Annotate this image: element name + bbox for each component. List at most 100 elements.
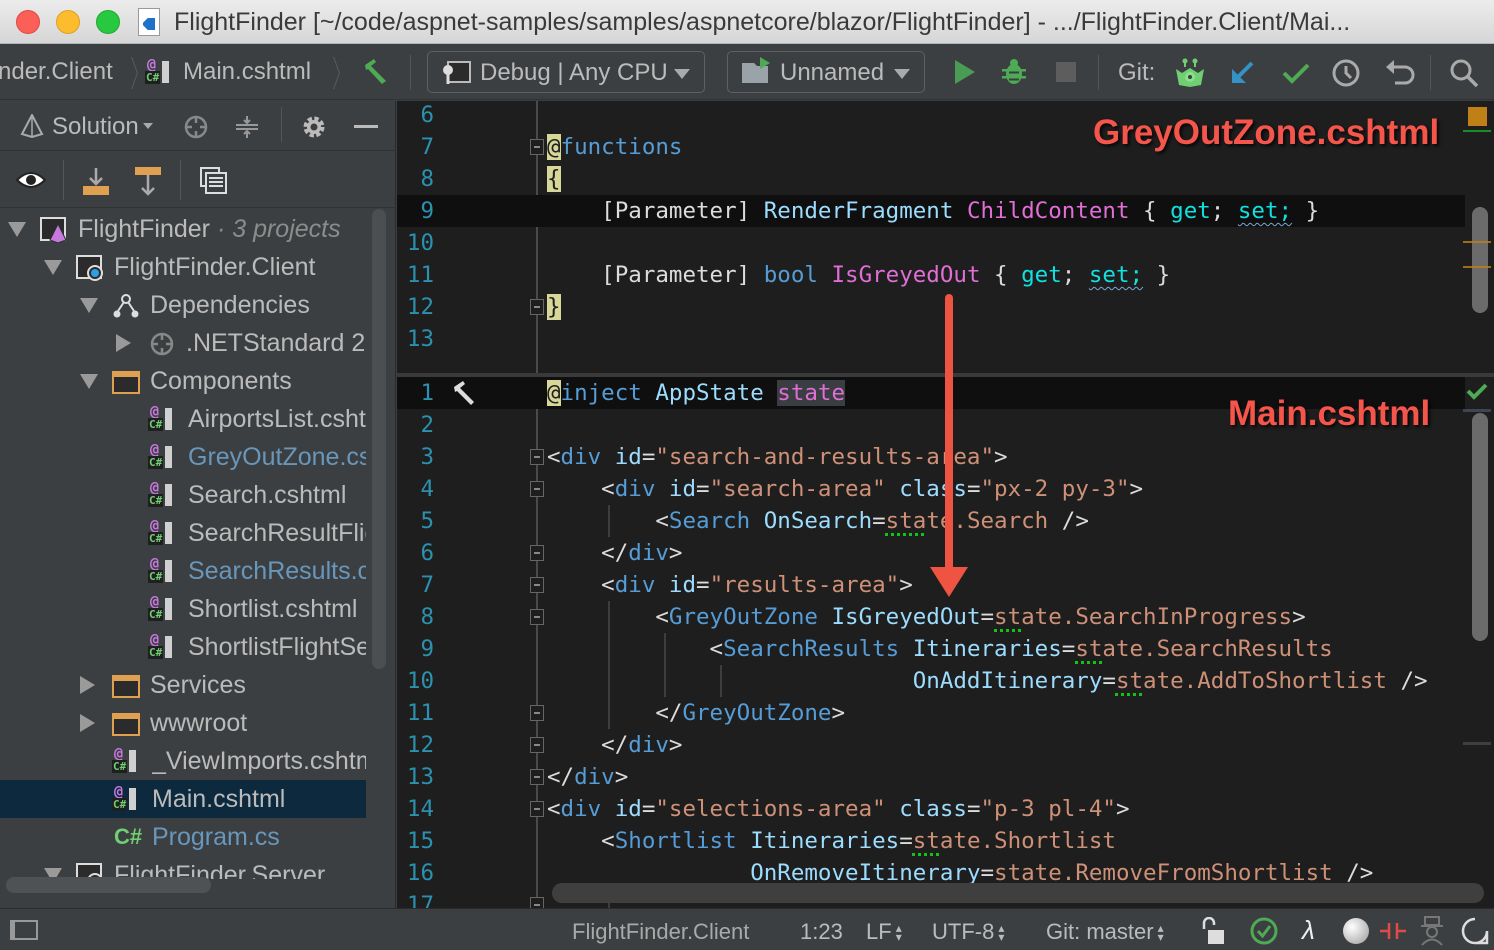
tree-item[interactable]: @C# GreyOutZone.cshtml <box>0 438 366 476</box>
tree-item[interactable]: Dependencies <box>0 286 366 324</box>
tree-item[interactable]: @ C# Shortlist.cshtml <box>0 590 366 628</box>
fold-toggle-icon[interactable] <box>530 737 544 753</box>
build-hammer-icon[interactable] <box>362 57 392 87</box>
run-config-dropdown[interactable]: Unnamed <box>727 51 925 93</box>
breakpoint-icon[interactable] <box>1379 919 1407 943</box>
status-project[interactable]: FlightFinder.Client <box>572 919 749 945</box>
expand-to-file-icon[interactable] <box>81 166 111 196</box>
fold-toggle-icon[interactable] <box>530 481 544 497</box>
fold-toggle-icon[interactable] <box>530 609 544 625</box>
solution-view-dropdown[interactable]: Solution <box>52 113 139 141</box>
code-line[interactable]: 11 </GreyOutZone> <box>397 697 1465 729</box>
warning-marker-icon[interactable] <box>1468 107 1487 126</box>
expanded-arrow-icon[interactable] <box>8 222 26 237</box>
status-encoding[interactable]: UTF-8 ▴ ▾ <box>932 919 1004 945</box>
code-line[interactable]: 9 [Parameter] RenderFragment ChildConten… <box>397 195 1465 227</box>
fold-toggle-icon[interactable] <box>530 139 544 155</box>
toggle-tool-windows-icon[interactable] <box>10 920 38 940</box>
collapsed-arrow-icon[interactable] <box>116 334 131 352</box>
bottom-pane-scrollbar[interactable] <box>1472 413 1488 641</box>
code-line[interactable]: 10 <box>397 227 1465 259</box>
tree-horizontal-scrollbar[interactable] <box>6 877 211 893</box>
top-pane-scrollbar[interactable] <box>1472 207 1488 313</box>
tree-item[interactable]: FlightFinder.Server <box>0 856 366 879</box>
tree-item[interactable]: FlightFinder.Client <box>0 248 366 286</box>
build-config-dropdown[interactable]: Debug | Any CPU <box>427 51 705 93</box>
eye-icon[interactable] <box>16 170 46 190</box>
stop-icon[interactable] <box>1056 62 1076 82</box>
tree-item[interactable]: .NETStandard 2 <box>0 324 366 362</box>
minimize-window-button[interactable] <box>56 10 80 34</box>
collapsed-arrow-icon[interactable] <box>80 676 95 694</box>
expanded-arrow-icon[interactable] <box>80 298 98 313</box>
close-window-button[interactable] <box>16 10 40 34</box>
tree-item[interactable]: Services <box>0 666 366 704</box>
fold-toggle-icon[interactable] <box>530 545 544 561</box>
warning-stripe[interactable] <box>1463 241 1491 243</box>
tree-item[interactable]: @C# ShortlistFlightSegment.cshtml <box>0 628 366 666</box>
git-update-icon[interactable] <box>1228 57 1260 89</box>
search-icon[interactable] <box>1448 57 1480 89</box>
code-editor[interactable]: 6 7 @functions 8{9 [Parameter] RenderFragme… <box>397 101 1494 908</box>
fold-toggle-icon[interactable] <box>530 577 544 593</box>
fold-toggle-icon[interactable] <box>530 897 544 908</box>
code-line[interactable]: 11 [Parameter] bool IsGreyedOut { get; s… <box>397 259 1465 291</box>
git-revert-icon[interactable] <box>1383 57 1415 89</box>
editor-horizontal-scrollbar[interactable] <box>552 883 1484 903</box>
tree-item[interactable]: Components <box>0 362 366 400</box>
status-line-ending[interactable]: LF ▴ ▾ <box>866 919 902 945</box>
code-line[interactable]: 9 <SearchResults Itineraries=state.Searc… <box>397 633 1465 665</box>
inspection-ok-icon[interactable] <box>1249 916 1279 946</box>
code-line[interactable]: 3 <div id="search-and-results-area"> <box>397 441 1465 473</box>
code-line[interactable]: 12} <box>397 291 1465 323</box>
tree-item[interactable]: FlightFinder · 3 projects <box>0 210 366 248</box>
spy-icon[interactable] <box>1419 916 1445 946</box>
status-circle-icon[interactable] <box>1343 918 1369 944</box>
fold-toggle-icon[interactable] <box>530 449 544 465</box>
breadcrumb-project[interactable]: nder.Client <box>0 58 113 86</box>
tree-item[interactable]: @ C# Main.cshtml <box>0 780 366 818</box>
git-history-icon[interactable] <box>1330 57 1362 89</box>
collapsed-arrow-icon[interactable] <box>80 714 95 732</box>
lock-icon[interactable] <box>1200 917 1226 945</box>
code-line[interactable]: 13 </div> <box>397 761 1465 793</box>
fold-toggle-icon[interactable] <box>530 769 544 785</box>
tree-item[interactable]: @C# AirportsList.cshtml <box>0 400 366 438</box>
code-line[interactable]: 4 <div id="search-area" class="px-2 py-3… <box>397 473 1465 505</box>
git-fetch-icon[interactable] <box>1174 57 1206 89</box>
tree-item[interactable]: @ C# Search.cshtml <box>0 476 366 514</box>
notifications-icon[interactable] <box>1461 917 1489 945</box>
code-line[interactable]: 8{ <box>397 163 1465 195</box>
expanded-arrow-icon[interactable] <box>44 260 62 275</box>
fold-toggle-icon[interactable] <box>530 801 544 817</box>
tree-item[interactable]: wwwroot <box>0 704 366 742</box>
code-line[interactable]: 13 <box>397 323 1465 355</box>
status-caret-position[interactable]: 1:23 <box>800 919 843 945</box>
scroll-from-source-icon[interactable] <box>133 166 163 196</box>
show-all-files-icon[interactable] <box>200 167 228 195</box>
status-git-branch[interactable]: Git: master ▴ ▾ <box>1046 919 1164 945</box>
lambda-icon[interactable]: λ <box>1302 915 1315 946</box>
breadcrumb-file[interactable]: Main.cshtml <box>183 58 311 86</box>
build-action-hammer-icon[interactable] <box>452 379 480 407</box>
tree-item[interactable]: @C# SearchResults.cshtml <box>0 552 366 590</box>
run-icon[interactable] <box>955 60 975 84</box>
expanded-arrow-icon[interactable] <box>80 374 98 389</box>
code-line[interactable]: 10 OnAddItinerary=state.AddToShortlist /… <box>397 665 1465 697</box>
collapse-all-icon[interactable] <box>234 114 260 140</box>
tree-item[interactable]: C# Program.cs <box>0 818 366 856</box>
code-line[interactable]: 12 </div> <box>397 729 1465 761</box>
code-line[interactable]: 8 <GreyOutZone IsGreyedOut=state.SearchI… <box>397 601 1465 633</box>
locate-icon[interactable] <box>183 114 209 140</box>
tree-item[interactable]: @ C# _ViewImports.cshtml <box>0 742 366 780</box>
inspection-ok-icon[interactable] <box>1466 382 1488 400</box>
warning-stripe[interactable] <box>1463 266 1491 268</box>
minimize-panel-icon[interactable] <box>354 125 378 128</box>
fold-toggle-icon[interactable] <box>530 299 544 315</box>
debug-bug-icon[interactable] <box>1002 57 1026 87</box>
gear-icon[interactable] <box>300 113 328 141</box>
git-commit-icon[interactable] <box>1280 57 1312 89</box>
code-line[interactable]: 5 <Search OnSearch=state.Search /> <box>397 505 1465 537</box>
tree-item[interactable]: @C# SearchResultFlight.cshtml <box>0 514 366 552</box>
fold-toggle-icon[interactable] <box>530 705 544 721</box>
